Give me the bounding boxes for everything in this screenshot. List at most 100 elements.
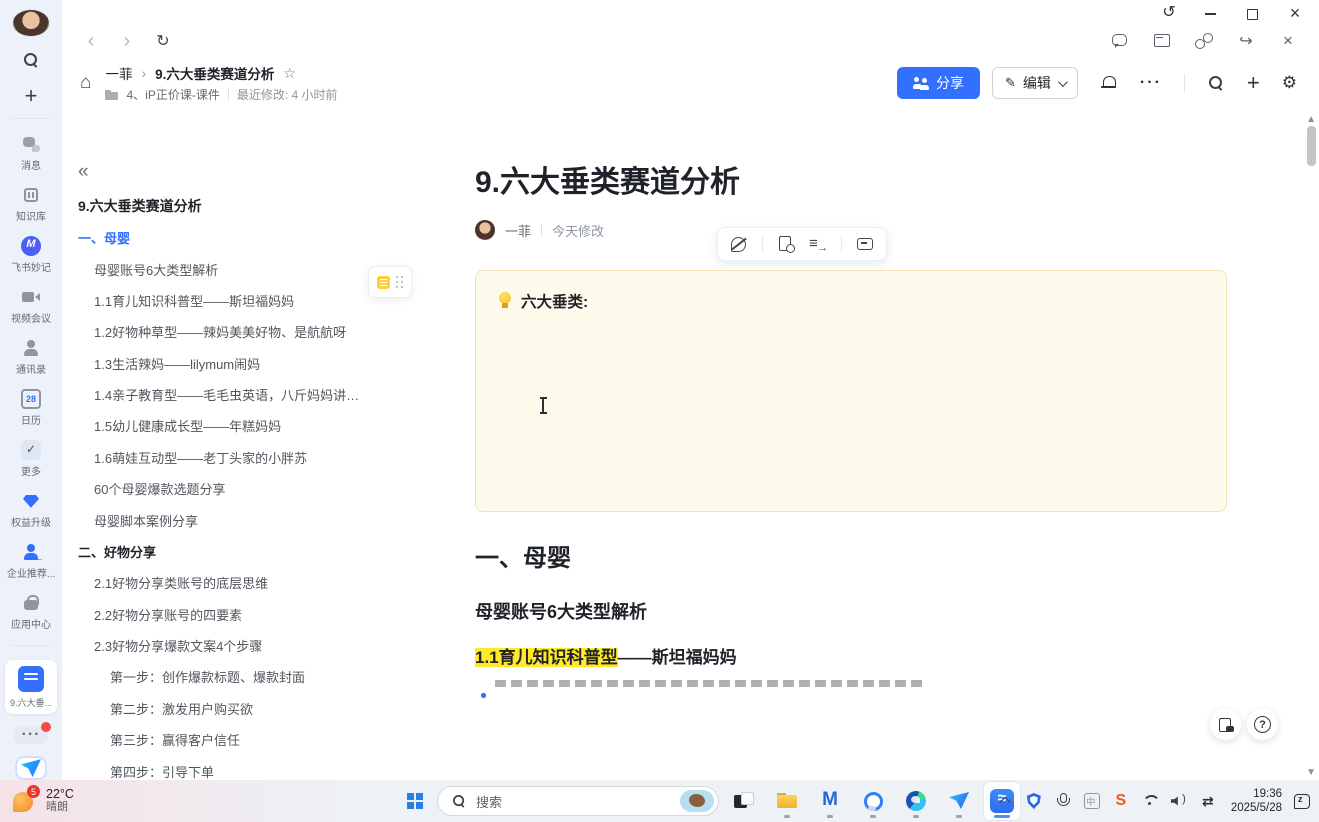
titlebar-button-restore[interactable] <box>1245 5 1261 21</box>
outline-item[interactable]: 2.2好物分享账号的四要素 <box>78 599 374 630</box>
outline-item[interactable]: 60个母婴爆款选题分享 <box>78 473 374 504</box>
rail-item-contacts[interactable]: 通讯录 <box>0 338 62 376</box>
more-button[interactable]: ··· <box>1140 74 1162 92</box>
taskbar-app-m-app[interactable] <box>812 782 848 820</box>
feishu-logo[interactable] <box>15 756 47 780</box>
author-name[interactable]: 一菲 <box>505 221 531 240</box>
tray-sogou[interactable] <box>1112 792 1130 810</box>
rail-item-chat[interactable]: 消息 <box>0 134 62 172</box>
outline-item[interactable]: 2.1好物分享类账号的底层思维 <box>78 567 374 598</box>
tray-ime[interactable] <box>1083 792 1101 810</box>
scrollbar-up-arrow[interactable]: ▲ <box>1306 114 1316 125</box>
outline-item[interactable]: 1.4亲子教育型——毛毛虫英语，八斤妈妈讲… <box>78 379 374 410</box>
edit-button[interactable]: ✎ 编辑 <box>992 67 1078 99</box>
collapse-outline-button[interactable]: « <box>78 161 89 182</box>
tab-action-button-panel[interactable] <box>1153 32 1171 50</box>
outline-item[interactable]: 一、母婴 <box>78 222 374 253</box>
doc-title[interactable]: 9.六大垂类赛道分析 <box>475 162 1227 204</box>
user-avatar[interactable] <box>13 10 49 36</box>
weather-widget[interactable]: 5 22°C 晴朗 <box>0 788 74 814</box>
rail-item-enterprise[interactable]: 企业推荐... <box>0 542 62 580</box>
star-icon[interactable]: ☆ <box>283 65 296 82</box>
create-button[interactable]: + <box>14 84 48 108</box>
new-tab-button[interactable]: + <box>1247 72 1260 94</box>
outline-item[interactable]: 1.6萌娃互动型——老丁头家的小胖苏 <box>78 442 374 473</box>
taskbar-app-task-view[interactable] <box>726 782 762 820</box>
taskbar-app-quark[interactable] <box>855 782 891 820</box>
home-icon[interactable]: ⌂ <box>80 72 91 94</box>
scrollbar-thumb[interactable] <box>1307 126 1316 166</box>
nav-button-refresh[interactable] <box>154 32 172 50</box>
callout-format-icon[interactable] <box>377 276 390 289</box>
outline-item[interactable]: 母婴脚本案例分享 <box>78 504 374 535</box>
rail-item-more-rail[interactable]: 更多 <box>0 440 62 478</box>
outline-item[interactable]: 第一步：创作爆款标题、爆款封面 <box>78 661 374 692</box>
outline-item[interactable]: 母婴账号6大类型解析 <box>78 253 374 284</box>
taskbar-app-bird-app[interactable] <box>941 782 977 820</box>
convert-list-icon[interactable] <box>809 235 827 253</box>
callout-block[interactable]: 六大垂类: <box>475 270 1227 512</box>
clock[interactable]: 19:36 2025/5/28 <box>1231 787 1282 815</box>
tray-wifi[interactable] <box>1141 792 1159 810</box>
search-doc-button[interactable] <box>1207 74 1225 92</box>
m-app-icon <box>818 789 842 813</box>
tray-expand[interactable] <box>996 792 1014 810</box>
outline-item[interactable]: 第二步：激发用户购买欲 <box>78 693 374 724</box>
taskbar-app-file-explorer[interactable] <box>769 782 805 820</box>
start-button[interactable] <box>400 786 430 816</box>
outline-item[interactable]: 第四步：引导下单 <box>78 755 374 780</box>
outline-item[interactable]: 第三步：赢得客户信任 <box>78 724 374 755</box>
nav-button-back[interactable] <box>82 32 100 50</box>
outline-item[interactable]: 二、好物分享 <box>78 536 374 567</box>
rail-item-calendar[interactable]: 日历 <box>0 389 62 427</box>
rail-item-video[interactable]: 视频会议 <box>0 287 62 325</box>
heading-2[interactable]: 母婴账号6大类型解析 <box>475 600 1227 624</box>
rail-item-wiki[interactable]: 知识库 <box>0 185 62 223</box>
tab-action-button-comment-b[interactable] <box>1111 32 1129 50</box>
outline-item[interactable]: 1.2好物种草型——辣妈美美好物、是航航呀 <box>78 316 374 347</box>
rail-item-minutes[interactable]: 飞书妙记 <box>0 236 62 274</box>
titlebar-button-close-w[interactable] <box>1287 5 1303 21</box>
comment-icon[interactable] <box>856 235 874 253</box>
outline-item[interactable]: 1.1育儿知识科普型——斯坦福妈妈 <box>78 285 374 316</box>
tray-cast[interactable] <box>1199 792 1217 810</box>
tray-shield[interactable] <box>1025 792 1043 810</box>
rail-item-appcenter[interactable]: 应用中心 <box>0 593 62 631</box>
tray-volume[interactable] <box>1170 792 1188 810</box>
author-avatar[interactable] <box>475 220 495 240</box>
titlebar-button-minimize[interactable] <box>1203 5 1219 21</box>
scrollbar-down-arrow[interactable]: ▼ <box>1306 767 1316 778</box>
dock-more-button[interactable]: ··· <box>14 726 48 744</box>
search-button[interactable] <box>14 48 48 72</box>
gear-icon[interactable]: ⚙ <box>1282 73 1297 93</box>
drag-handle-icon[interactable] <box>396 276 404 288</box>
palette-icon[interactable] <box>730 235 748 253</box>
folder-path[interactable]: 4、iP正价课-课件 <box>126 86 219 103</box>
help-button[interactable]: ? <box>1247 709 1278 740</box>
tab-action-button-close-t[interactable] <box>1279 32 1297 50</box>
tray-mic[interactable] <box>1054 792 1072 810</box>
tab-action-button-link[interactable] <box>1195 32 1213 50</box>
heading-3[interactable]: 1.1育儿知识科普型——斯坦福妈妈 <box>475 646 1227 670</box>
outline-item[interactable]: 1.5幼儿健康成长型——年糕妈妈 <box>78 410 374 441</box>
outline-item[interactable]: 2.3好物分享爆款文案4个步骤 <box>78 630 374 661</box>
rail-item-gem[interactable]: 权益升级 <box>0 491 62 529</box>
tab-action-button-share-arrow[interactable] <box>1237 32 1255 50</box>
search-placeholder: 搜索 <box>476 792 672 811</box>
nav-button-forward[interactable] <box>118 32 136 50</box>
feedback-button[interactable] <box>1210 709 1241 740</box>
copy-link-icon[interactable] <box>777 235 795 253</box>
titlebar-button-history[interactable] <box>1161 5 1177 21</box>
heading-1[interactable]: 一、母婴 <box>475 542 1227 576</box>
divider <box>228 89 229 101</box>
outline-title[interactable]: 9.六大垂类赛道分析 <box>78 196 374 216</box>
breadcrumb-parent[interactable]: 一菲 <box>105 63 132 83</box>
taskbar-app-edge[interactable] <box>898 782 934 820</box>
bell-icon[interactable] <box>1100 74 1118 92</box>
docked-doc[interactable]: 9.六大垂... <box>5 660 57 714</box>
outline-item[interactable]: 1.3生活辣妈——lilymum闹妈 <box>78 348 374 379</box>
taskbar-search[interactable]: 搜索 <box>437 786 719 816</box>
share-button[interactable]: 分享 <box>897 67 980 99</box>
question-icon: ? <box>1254 716 1271 733</box>
notification-center-icon[interactable] <box>1293 792 1311 810</box>
